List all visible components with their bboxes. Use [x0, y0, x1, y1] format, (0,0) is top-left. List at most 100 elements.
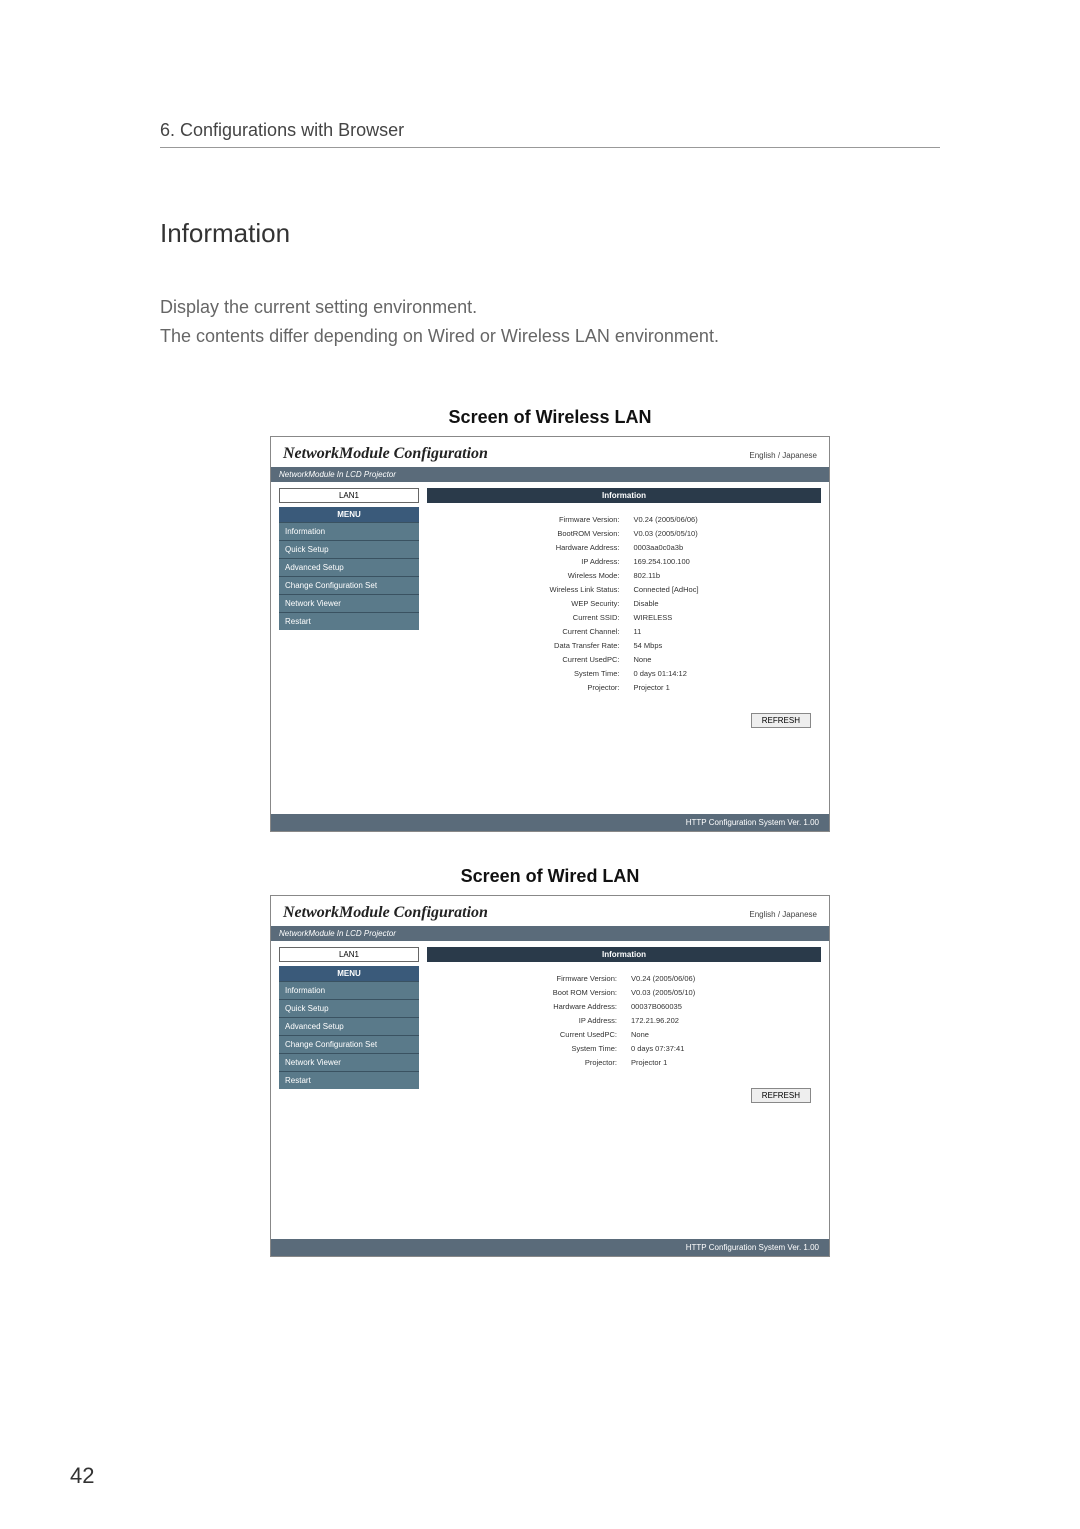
screenshot-wireless: NetworkModule Configuration English / Ja… [270, 436, 830, 832]
sidebar-item-change-config[interactable]: Change Configuration Set [279, 576, 419, 594]
info-value: 00037B060035 [625, 1000, 701, 1012]
screenshot-wired: NetworkModule Configuration English / Ja… [270, 895, 830, 1257]
info-value: V0.03 (2005/05/10) [625, 986, 701, 998]
footer-version: HTTP Configuration System Ver. 1.00 [271, 814, 829, 831]
info-value: None [625, 1028, 701, 1040]
info-value: V0.03 (2005/05/10) [627, 527, 704, 539]
table-row: Wireless Mode:802.11b [543, 569, 704, 581]
info-label: Hardware Address: [543, 541, 625, 553]
table-row: Firmware Version:V0.24 (2005/06/06) [547, 972, 701, 984]
info-label: Current Channel: [543, 625, 625, 637]
info-value: Connected [AdHoc] [627, 583, 704, 595]
information-header: Information [427, 947, 821, 962]
info-label: Data Transfer Rate: [543, 639, 625, 651]
info-label: IP Address: [547, 1014, 623, 1026]
sidebar-item-quick-setup[interactable]: Quick Setup [279, 540, 419, 558]
sidebar: LAN1 MENU Information Quick Setup Advanc… [279, 947, 419, 1229]
info-label: Projector: [547, 1056, 623, 1068]
info-value: None [627, 653, 704, 665]
info-label: WEP Security: [543, 597, 625, 609]
info-label: BootROM Version: [543, 527, 625, 539]
sidebar-item-advanced-setup[interactable]: Advanced Setup [279, 558, 419, 576]
info-label: System Time: [547, 1042, 623, 1054]
info-value: Projector 1 [627, 681, 704, 693]
refresh-button[interactable]: REFRESH [751, 713, 811, 728]
info-value: 0 days 01:14:12 [627, 667, 704, 679]
table-row: Current SSID:WIRELESS [543, 611, 704, 623]
info-value: 802.11b [627, 569, 704, 581]
section-title: Information [160, 218, 940, 249]
table-row: Hardware Address:00037B060035 [547, 1000, 701, 1012]
info-value: V0.24 (2005/06/06) [625, 972, 701, 984]
info-label: Wireless Link Status: [543, 583, 625, 595]
language-links[interactable]: English / Japanese [749, 910, 817, 919]
info-label: Projector: [543, 681, 625, 693]
sidebar-item-network-viewer[interactable]: Network Viewer [279, 594, 419, 612]
table-row: Projector:Projector 1 [547, 1056, 701, 1068]
table-row: Data Transfer Rate:54 Mbps [543, 639, 704, 651]
footer-version: HTTP Configuration System Ver. 1.00 [271, 1239, 829, 1256]
table-row: BootROM Version:V0.03 (2005/05/10) [543, 527, 704, 539]
caption-wireless: Screen of Wireless LAN [160, 407, 940, 428]
info-value: 169.254.100.100 [627, 555, 704, 567]
divider [160, 147, 940, 148]
sidebar-item-network-viewer[interactable]: Network Viewer [279, 1053, 419, 1071]
info-value: V0.24 (2005/06/06) [627, 513, 704, 525]
info-value: Disable [627, 597, 704, 609]
info-value: 172.21.96.202 [625, 1014, 701, 1026]
language-links[interactable]: English / Japanese [749, 451, 817, 460]
intro-line-2: The contents differ depending on Wired o… [160, 326, 940, 347]
config-subtitle: NetworkModule In LCD Projector [271, 926, 829, 941]
lan-tab[interactable]: LAN1 [279, 488, 419, 503]
info-label: Firmware Version: [543, 513, 625, 525]
table-row: Current UsedPC:None [543, 653, 704, 665]
table-row: System Time:0 days 01:14:12 [543, 667, 704, 679]
table-row: IP Address:169.254.100.100 [543, 555, 704, 567]
info-value: 54 Mbps [627, 639, 704, 651]
table-row: System Time:0 days 07:37:41 [547, 1042, 701, 1054]
info-label: Wireless Mode: [543, 569, 625, 581]
sidebar-item-restart[interactable]: Restart [279, 612, 419, 630]
table-row: Hardware Address:0003aa0c0a3b [543, 541, 704, 553]
table-row: Projector:Projector 1 [543, 681, 704, 693]
menu-header: MENU [279, 507, 419, 522]
lan-tab[interactable]: LAN1 [279, 947, 419, 962]
intro-line-1: Display the current setting environment. [160, 297, 940, 318]
info-label: Firmware Version: [547, 972, 623, 984]
sidebar-item-quick-setup[interactable]: Quick Setup [279, 999, 419, 1017]
info-table-wired: Firmware Version:V0.24 (2005/06/06)Boot … [545, 970, 703, 1070]
breadcrumb: 6. Configurations with Browser [160, 120, 940, 141]
sidebar-item-restart[interactable]: Restart [279, 1071, 419, 1089]
information-header: Information [427, 488, 821, 503]
refresh-button[interactable]: REFRESH [751, 1088, 811, 1103]
info-value: 0 days 07:37:41 [625, 1042, 701, 1054]
info-label: Hardware Address: [547, 1000, 623, 1012]
table-row: WEP Security:Disable [543, 597, 704, 609]
config-subtitle: NetworkModule In LCD Projector [271, 467, 829, 482]
table-row: Current UsedPC:None [547, 1028, 701, 1040]
table-row: IP Address:172.21.96.202 [547, 1014, 701, 1026]
sidebar: LAN1 MENU Information Quick Setup Advanc… [279, 488, 419, 804]
info-label: Current UsedPC: [547, 1028, 623, 1040]
config-title: NetworkModule Configuration [283, 904, 488, 922]
page-number: 42 [70, 1463, 94, 1489]
sidebar-item-information[interactable]: Information [279, 522, 419, 540]
sidebar-item-information[interactable]: Information [279, 981, 419, 999]
table-row: Firmware Version:V0.24 (2005/06/06) [543, 513, 704, 525]
caption-wired: Screen of Wired LAN [160, 866, 940, 887]
info-label: System Time: [543, 667, 625, 679]
info-value: Projector 1 [625, 1056, 701, 1068]
sidebar-item-change-config[interactable]: Change Configuration Set [279, 1035, 419, 1053]
info-label: Current SSID: [543, 611, 625, 623]
info-value: 0003aa0c0a3b [627, 541, 704, 553]
info-table-wireless: Firmware Version:V0.24 (2005/06/06)BootR… [541, 511, 706, 695]
menu-header: MENU [279, 966, 419, 981]
table-row: Current Channel:11 [543, 625, 704, 637]
info-value: 11 [627, 625, 704, 637]
table-row: Boot ROM Version:V0.03 (2005/05/10) [547, 986, 701, 998]
info-label: IP Address: [543, 555, 625, 567]
config-title: NetworkModule Configuration [283, 445, 488, 463]
info-label: Current UsedPC: [543, 653, 625, 665]
sidebar-item-advanced-setup[interactable]: Advanced Setup [279, 1017, 419, 1035]
info-label: Boot ROM Version: [547, 986, 623, 998]
